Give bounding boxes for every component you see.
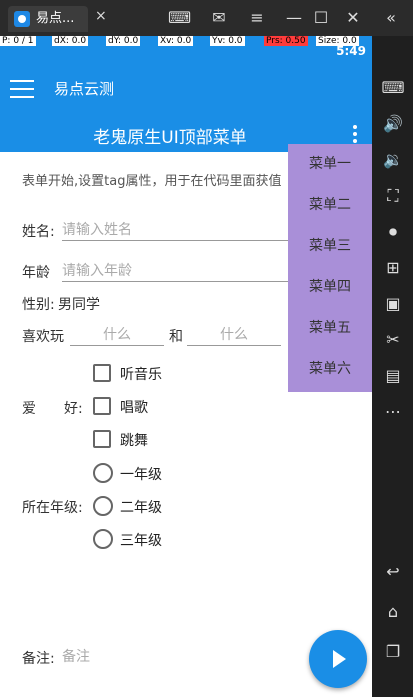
debug-prs: Prs: 0.50 [264, 36, 308, 46]
note-input[interactable] [62, 647, 292, 667]
back-icon[interactable]: ↩ [381, 560, 405, 584]
mail-icon[interactable]: ✉ [208, 8, 230, 28]
volume-down-icon[interactable]: 🔉 [381, 148, 405, 172]
hamburger-menu-icon[interactable] [10, 80, 34, 98]
top-popup-menu: 菜单一 菜单二 菜单三 菜单四 菜单五 菜单六 [288, 144, 372, 392]
menu-item-6[interactable]: 菜单六 [288, 349, 372, 390]
grade-radio-1[interactable] [93, 463, 113, 483]
age-label: 年龄 [22, 265, 50, 281]
app-name: 易点云测 [54, 80, 115, 98]
menu-item-1[interactable]: 菜单一 [288, 144, 372, 185]
likes-input-2[interactable] [187, 325, 281, 346]
grade-radio-3[interactable] [93, 529, 113, 549]
minimize-icon[interactable]: — [283, 8, 305, 28]
grade-radio-2[interactable] [93, 496, 113, 516]
keyboard-icon[interactable]: ⌨ [381, 76, 405, 100]
debug-dx: dX: 0.0 [52, 36, 89, 46]
status-bar: 5:49 [0, 44, 372, 60]
debug-dy: dY: 0.0 [106, 36, 141, 46]
tab-close-icon[interactable]: × [95, 8, 107, 24]
gamepad-icon[interactable]: ⌨ [168, 8, 191, 28]
menu-item-5[interactable]: 菜单五 [288, 308, 372, 349]
hobby-label-music: 听音乐 [120, 367, 162, 383]
app-bar: 易点云测 [0, 60, 372, 117]
menu-item-2[interactable]: 菜单二 [288, 185, 372, 226]
likes-input-1[interactable] [70, 325, 164, 346]
debug-p: P: 0 / 1 [0, 36, 36, 46]
menu-item-3[interactable]: 菜单三 [288, 226, 372, 267]
recents-icon[interactable]: ❐ [381, 640, 405, 664]
close-icon[interactable]: ✕ [342, 8, 364, 28]
home-icon[interactable]: ⌂ [381, 600, 405, 624]
form-intro: 表单开始,设置tag属性，用于在代码里面获值 [22, 174, 282, 189]
menu-item-4[interactable]: 菜单四 [288, 267, 372, 308]
name-label: 姓名: [22, 224, 55, 240]
pointer-debug-bar: P: 0 / 1 dX: 0.0 dY: 0.0 Xv: 0.0 Yv: 0.0… [0, 36, 372, 48]
record-icon[interactable]: ⏺ [381, 220, 405, 244]
menu-icon[interactable]: ≡ [246, 8, 268, 28]
hobby-label: 爱 好: [22, 401, 83, 417]
debug-yv: Yv: 0.0 [210, 36, 245, 46]
app-logo-icon [14, 11, 30, 27]
grade-label: 所在年级: [22, 500, 83, 516]
likes-label: 喜欢玩 [22, 329, 64, 345]
device-screen: P: 0 / 1 dX: 0.0 dY: 0.0 Xv: 0.0 Yv: 0.0… [0, 36, 372, 697]
app-tab[interactable]: 易点... [8, 6, 88, 32]
apk-icon[interactable]: ▣ [381, 292, 405, 316]
hobby-checkbox-dance[interactable] [93, 430, 111, 448]
note-label: 备注: [22, 651, 55, 667]
tab-title: 易点... [36, 11, 75, 26]
video-icon[interactable]: ▤ [381, 364, 405, 388]
likes-and: 和 [169, 329, 183, 345]
debug-xv: Xv: 0.0 [158, 36, 194, 46]
grade-label-3: 三年级 [120, 533, 162, 549]
collapse-sidebar-icon[interactable]: « [380, 8, 402, 28]
gender-label: 性别: [22, 297, 55, 313]
hobby-label-dance: 跳舞 [120, 433, 148, 449]
gender-value: 男同学 [58, 297, 100, 313]
emulator-titlebar: 易点... × ⌨ ✉ ≡ — ☐ ✕ « [0, 0, 413, 36]
emulator-sidebar: ⌨ 🔊 🔉 ⛶ ⏺ ⊞ ▣ ✂ ▤ ⋯ ↩ ⌂ ❐ [372, 36, 413, 697]
volume-up-icon[interactable]: 🔊 [381, 112, 405, 136]
grade-label-2: 二年级 [120, 500, 162, 516]
status-time: 5:49 [336, 44, 366, 58]
screenshot-icon[interactable]: ⛶ [381, 184, 405, 208]
more-icon[interactable]: ⋯ [381, 400, 405, 424]
play-fab-button[interactable] [309, 630, 367, 688]
hobby-checkbox-music[interactable] [93, 364, 111, 382]
hobby-label-sing: 唱歌 [120, 400, 148, 416]
grade-label-1: 一年级 [120, 467, 162, 483]
maximize-icon[interactable]: ☐ [310, 8, 332, 28]
hobby-checkbox-sing[interactable] [93, 397, 111, 415]
cut-icon[interactable]: ✂ [381, 328, 405, 352]
add-icon[interactable]: ⊞ [381, 256, 405, 280]
